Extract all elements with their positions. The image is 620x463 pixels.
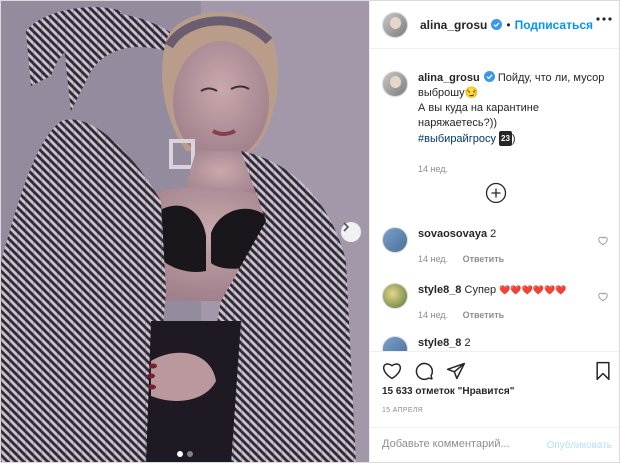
comment-text: Супер [464, 284, 497, 296]
comment-username[interactable]: style8_8 [418, 337, 461, 349]
caption-number-badge: 23 [499, 131, 512, 146]
carousel-dots [1, 451, 369, 457]
comment-item: style8_8 2 [382, 336, 612, 351]
carousel-dot [187, 451, 193, 457]
comment-body: style8_8 Супер ❤️❤️❤️❤️❤️❤️ 14 нед. Отве… [418, 283, 612, 323]
comment-item: sovaosovaya 2 14 нед. Ответить [382, 227, 612, 267]
author-username[interactable]: alina_grosu [420, 18, 487, 32]
post-caption: alina_grosu Пойду, что ли, мусор выброшу… [382, 71, 612, 177]
caption-line-2: А вы куда на карантине наряжаетесь?)) [418, 102, 539, 129]
commenter-avatar[interactable] [382, 227, 408, 253]
heart-icon[interactable] [598, 236, 608, 246]
comment-text: 2 [490, 228, 497, 240]
next-photo-button[interactable] [341, 222, 361, 242]
post-date[interactable]: 15 АПРЕЛЯ [382, 407, 423, 414]
caption-emoji: 😏 [464, 87, 479, 99]
comment-input[interactable] [382, 438, 532, 450]
reply-button[interactable]: Ответить [463, 254, 505, 264]
author-avatar[interactable] [382, 11, 408, 38]
caption-hashtag[interactable]: #выбирайгросу [418, 133, 496, 145]
comment-body: style8_8 2 [418, 336, 612, 351]
commenter-avatar[interactable] [382, 336, 408, 351]
carousel-dot [177, 451, 183, 457]
header-separator: • [506, 17, 511, 32]
caption-text: alina_grosu Пойду, что ли, мусор выброшу… [418, 71, 612, 177]
comment-icon[interactable] [414, 361, 434, 381]
comment-body: sovaosovaya 2 14 нед. Ответить [418, 227, 612, 267]
comment-time[interactable]: 14 нед. [418, 254, 448, 264]
load-more-icon[interactable] [485, 182, 507, 204]
post-header: alina_grosu • Подписаться [370, 1, 619, 49]
heart-icon[interactable] [598, 292, 608, 302]
comment-text: 2 [464, 337, 471, 349]
caption-time[interactable]: 14 нед. [418, 162, 612, 177]
more-icon[interactable] [596, 17, 612, 21]
post-dialog: alina_grosu • Подписаться alina_grosu По… [0, 0, 620, 463]
publish-button[interactable]: Опубликовать [547, 440, 612, 451]
caption-end: ) [511, 133, 516, 145]
author-avatar[interactable] [382, 71, 408, 97]
action-bar [370, 351, 619, 391]
comment-username[interactable]: style8_8 [418, 284, 461, 296]
comment-username[interactable]: sovaosovaya [418, 228, 487, 240]
comment-meta: 14 нед. Ответить [418, 252, 612, 267]
verified-icon [483, 71, 495, 82]
verified-icon [491, 19, 503, 30]
likes-count[interactable]: 15 633 отметок "Нравится" [382, 386, 514, 397]
post-photo[interactable] [1, 1, 369, 462]
bookmark-icon[interactable] [594, 361, 612, 381]
reply-button[interactable]: Ответить [463, 310, 505, 320]
photo-illustration [1, 1, 369, 462]
heart-icon[interactable] [382, 361, 402, 381]
comment-emoji: ❤️❤️❤️❤️❤️❤️ [499, 285, 567, 295]
comment-time[interactable]: 14 нед. [418, 310, 448, 320]
share-icon[interactable] [446, 361, 466, 381]
add-comment-bar: Опубликовать [370, 427, 619, 462]
comment-item: style8_8 Супер ❤️❤️❤️❤️❤️❤️ 14 нед. Отве… [382, 283, 612, 323]
comments-list[interactable]: alina_grosu Пойду, что ли, мусор выброшу… [370, 49, 619, 351]
caption-username[interactable]: alina_grosu [418, 72, 480, 84]
comment-meta: 14 нед. Ответить [418, 308, 612, 323]
next-arrow-icon [343, 222, 350, 232]
post-side-panel: alina_grosu • Подписаться alina_grosu По… [369, 1, 619, 462]
commenter-avatar[interactable] [382, 283, 408, 309]
follow-button[interactable]: Подписаться [515, 18, 593, 32]
